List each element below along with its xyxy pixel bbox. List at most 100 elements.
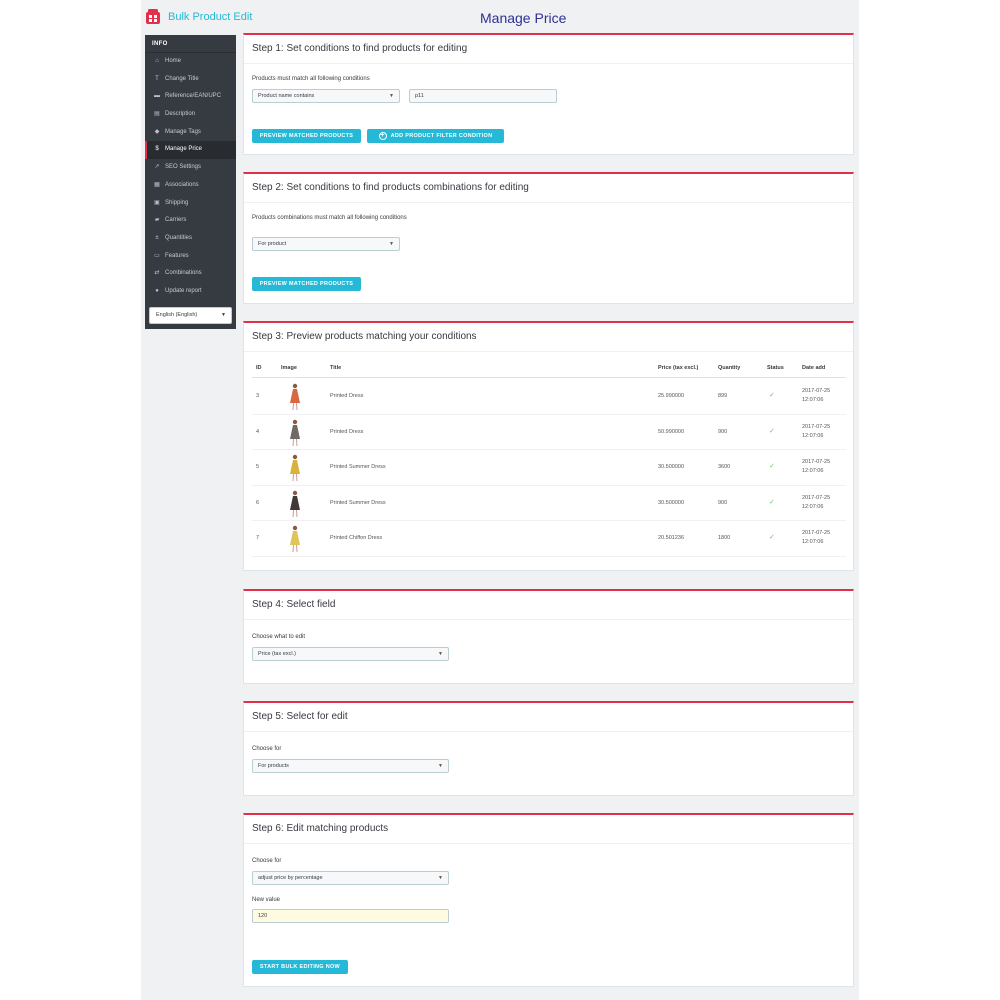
sidebar-item[interactable]: ▭ Features (145, 248, 236, 266)
check-icon: ✓ (769, 463, 775, 470)
step2-title: Step 2: Set conditions to find products … (244, 174, 853, 203)
text-icon: T (155, 75, 159, 82)
sidebar-item[interactable]: T Change Title (145, 71, 236, 89)
add-filter-label: ADD PRODUCT FILTER CONDITION (390, 133, 493, 139)
sidebar-item[interactable]: ↗ SEO Settings (145, 159, 236, 177)
edit-mode-value: adjust price by percentage (258, 875, 323, 881)
step1-value-input[interactable]: p11 (409, 89, 557, 103)
language-select-value: English (English) (156, 312, 198, 318)
app-logo-icon (146, 9, 160, 24)
col-quantity[interactable]: Quantity (718, 365, 740, 371)
table-row: 3 Printed Dress 25.990000 899 ✓ 2017-07-25 12:… (252, 379, 846, 415)
step2-preview-button[interactable]: PREVIEW MATCHED PRODUCTS (252, 277, 361, 291)
product-thumbnail (290, 383, 300, 411)
start-bulk-edit-button[interactable]: START BULK EDITING NOW (252, 960, 348, 974)
sidebar-item[interactable]: $ Manage Price (145, 141, 236, 160)
plus-circle-icon: + (378, 131, 387, 140)
edit-mode-select[interactable]: adjust price by percentage ▼ (252, 871, 449, 885)
sidebar-item[interactable]: ⇄ Combinations (145, 265, 236, 283)
cell-title[interactable]: Printed Dress (330, 393, 363, 399)
table-row: 4 Printed Dress 50.990000 900 ✓ 2017-07-25 12:… (252, 415, 846, 450)
product-thumbnail (290, 490, 300, 517)
step6-panel: Step 6: Edit matching products Choose fo… (243, 813, 854, 987)
step2-condition-select[interactable]: For product ▼ (252, 237, 400, 251)
cell-id: 5 (256, 464, 260, 470)
barcode-icon: ▬ (154, 93, 160, 100)
grid-icon: ▦ (154, 181, 160, 188)
cell-date: 2017-07-25 (802, 388, 831, 394)
step1-condition-select[interactable]: Product name contains ▼ (252, 89, 400, 103)
sidebar-item-label: Quantities (165, 234, 193, 241)
sidebar-item[interactable]: ▦ Associations (145, 177, 236, 195)
cell-date: 2017-07-25 (802, 423, 831, 430)
language-select[interactable]: English (English) ▼ (149, 307, 232, 324)
cell-quantity: 899 (718, 393, 728, 399)
combination-icon: ⇄ (154, 270, 160, 277)
sidebar-item-label: Manage Tags (165, 128, 201, 135)
col-status[interactable]: Status (767, 365, 784, 371)
cell-date: 2017-07-25 (802, 530, 831, 536)
col-title[interactable]: Title (330, 365, 341, 371)
table-row: 5 Printed Summer Dress 30.500000 3600 ✓ 2017-… (252, 450, 846, 486)
cell-title[interactable]: Printed Summer Dress (330, 464, 386, 470)
chevron-down-icon: ▼ (438, 763, 443, 769)
app-brand[interactable]: Bulk Product Edit (168, 11, 252, 23)
step1-title: Step 1: Set conditions to find products … (244, 35, 853, 64)
sidebar-item[interactable]: ▰ Carriers (145, 212, 236, 230)
info-icon: ● (155, 287, 159, 294)
step1-condition-value: Product name contains (258, 93, 315, 99)
cell-price: 30.500000 (658, 464, 684, 470)
step4-hint: Choose what to edit (252, 634, 306, 640)
check-icon: ✓ (769, 427, 775, 435)
field-select[interactable]: Price (tax excl.) ▼ (252, 647, 449, 661)
step4-title: Step 4: Select field (244, 591, 853, 620)
check-icon: ✓ (769, 534, 775, 541)
sidebar-item[interactable]: ◆ Manage Tags (145, 124, 236, 142)
field-select-value: Price (tax excl.) (258, 651, 296, 657)
step3-title: Step 3: Preview products matching your c… (244, 323, 853, 352)
step3-panel: Step 3: Preview products matching your c… (243, 321, 854, 571)
cell-date: 2017-07-25 (802, 459, 831, 465)
cell-title[interactable]: Printed Summer Dress (330, 500, 386, 506)
top-header: Bulk Product Edit Manage Price (145, 6, 859, 30)
product-thumbnail (290, 454, 300, 482)
step2-condition-value: For product (258, 241, 287, 247)
sidebar-item-label: Shipping (165, 199, 189, 206)
col-id[interactable]: ID (256, 365, 262, 371)
col-date-add[interactable]: Date add (802, 365, 825, 371)
target-select[interactable]: For products ▼ (252, 759, 449, 773)
cell-quantity: 3600 (718, 464, 731, 470)
cell-price: 30.500000 (658, 499, 684, 506)
sidebar-item[interactable]: ▬ Reference/EAN/UPC (145, 88, 236, 106)
sidebar-item-label: Features (165, 252, 189, 259)
sidebar-item-label: SEO Settings (165, 164, 202, 171)
step5-hint: Choose for (252, 746, 282, 752)
trend-icon: ↗ (154, 164, 160, 171)
home-icon: ⌂ (155, 58, 159, 64)
sidebar-item[interactable]: ▤ Description (145, 106, 236, 124)
sidebar-item[interactable]: ⌂ Home (145, 53, 236, 71)
cell-title[interactable]: Printed Chiffon Dress (330, 535, 382, 541)
col-price[interactable]: Price (tax excl.) (658, 365, 698, 371)
sidebar-item[interactable]: ● Update report (145, 283, 236, 301)
tag-icon: ◆ (154, 128, 160, 135)
cell-title[interactable]: Printed Dress (330, 429, 363, 435)
cell-time: 12:07:06 (802, 468, 824, 474)
check-icon: ✓ (769, 498, 775, 506)
add-filter-button[interactable]: + ADD PRODUCT FILTER CONDITION (367, 129, 504, 143)
sidebar-item-label: Description (165, 111, 196, 118)
sidebar-item[interactable]: ± Quantities (145, 230, 236, 248)
sidebar-item-label: Manage Price (165, 146, 203, 153)
step1-hint: Products must match all following condit… (252, 76, 370, 82)
cell-time: 12:07:06 (802, 503, 824, 510)
sidebar-item-label: Change Title (165, 75, 199, 82)
new-value-input[interactable]: 120 (252, 909, 449, 923)
step1-preview-button[interactable]: PREVIEW MATCHED PRODUCTS (252, 129, 361, 143)
cell-id: 6 (256, 499, 260, 506)
target-select-value: For products (258, 763, 289, 769)
sidebar-item[interactable]: ▣ Shipping (145, 195, 236, 213)
sidebar-menu: ⌂ Home T Change Title ▬ Reference/EAN/UPC ▤ Des… (145, 53, 236, 301)
step2-panel: Step 2: Set conditions to find products … (243, 172, 854, 304)
sidebar-item-label: Update report (165, 287, 202, 294)
cell-quantity: 1800 (718, 535, 731, 541)
